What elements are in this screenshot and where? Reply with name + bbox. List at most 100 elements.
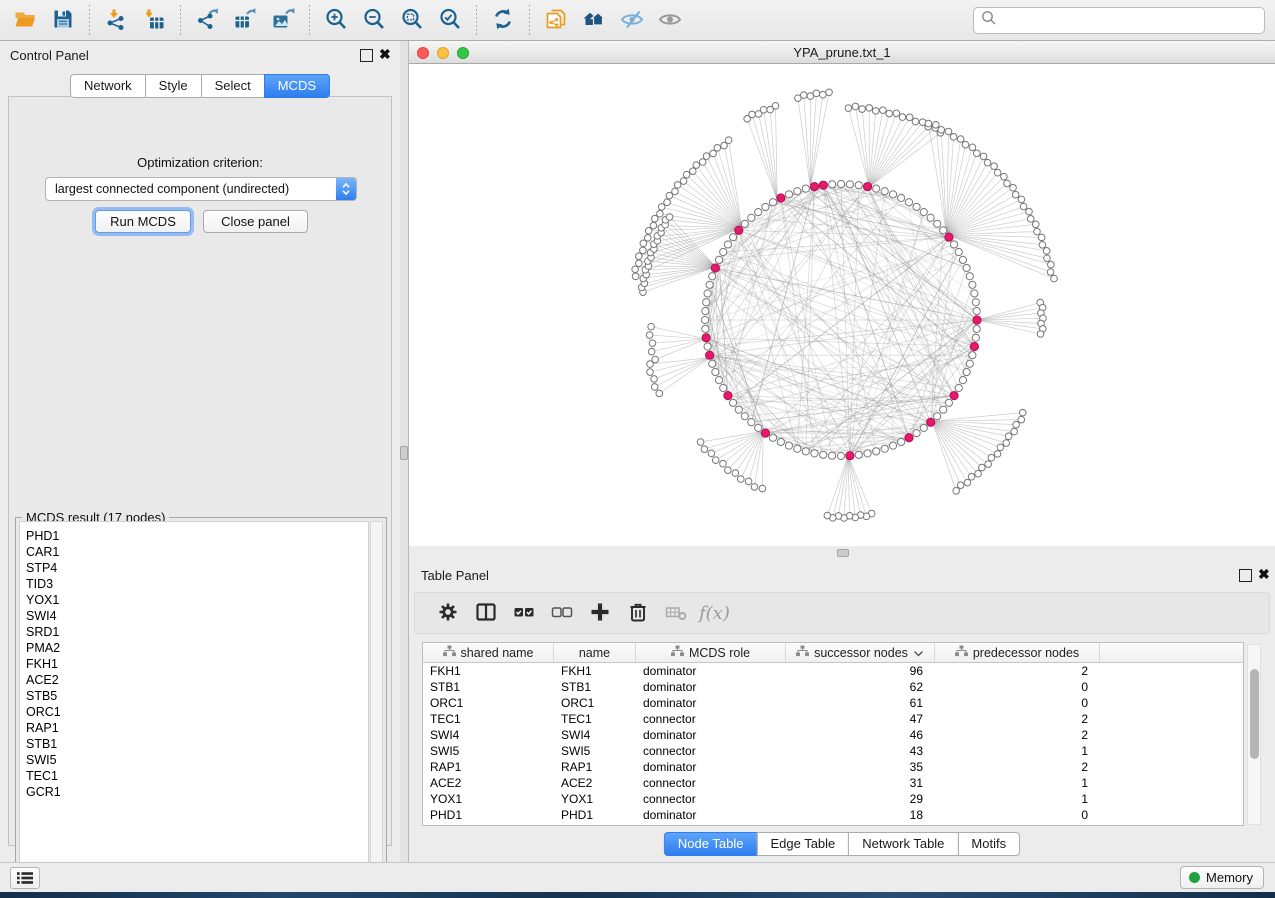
node-table-body[interactable]: FKH1FKH1dominator962STB1STB1dominator620… xyxy=(423,663,1243,823)
table-row[interactable]: YOX1YOX1connector291 xyxy=(423,791,1243,807)
table-cell[interactable]: 31 xyxy=(786,775,935,791)
network-node[interactable] xyxy=(950,241,957,248)
network-node[interactable] xyxy=(1043,248,1050,255)
network-node[interactable] xyxy=(761,429,769,437)
table-cell[interactable]: TEC1 xyxy=(554,711,636,727)
table-cell[interactable]: 2 xyxy=(935,727,1100,743)
network-node[interactable] xyxy=(1011,428,1018,435)
node-table-header[interactable]: shared namenameMCDS rolesuccessor nodesp… xyxy=(423,643,1243,663)
network-node[interactable] xyxy=(934,413,941,420)
network-node[interactable] xyxy=(749,111,756,118)
table-scrollbar-thumb[interactable] xyxy=(1250,669,1259,759)
network-node[interactable] xyxy=(632,266,639,273)
network-node[interactable] xyxy=(646,332,653,339)
network-node[interactable] xyxy=(1047,269,1054,276)
network-node[interactable] xyxy=(1034,228,1041,235)
tab-network[interactable]: Network xyxy=(70,74,146,98)
search-box[interactable] xyxy=(973,7,1265,34)
network-node[interactable] xyxy=(720,384,727,391)
network-node[interactable] xyxy=(906,114,913,121)
network-node[interactable] xyxy=(703,153,710,160)
tab-style[interactable]: Style xyxy=(145,74,202,98)
table-cell[interactable]: 2 xyxy=(935,663,1100,679)
network-node[interactable] xyxy=(714,144,721,151)
network-node[interactable] xyxy=(1026,208,1033,215)
network-node[interactable] xyxy=(672,188,679,195)
network-node[interactable] xyxy=(913,429,920,436)
run-mcds-button[interactable]: Run MCDS xyxy=(95,210,191,233)
column-header-shared-name[interactable]: shared name xyxy=(423,643,554,662)
table-cell[interactable]: ORC1 xyxy=(554,695,636,711)
network-node[interactable] xyxy=(1020,203,1027,210)
column-settings-gear-button[interactable] xyxy=(429,596,467,630)
network-node[interactable] xyxy=(971,290,978,297)
network-node[interactable] xyxy=(963,368,970,375)
network-node[interactable] xyxy=(794,445,801,452)
select-all-rows-button[interactable] xyxy=(505,596,543,630)
network-node[interactable] xyxy=(962,141,969,148)
deselect-all-rows-button[interactable] xyxy=(543,596,581,630)
network-node[interactable] xyxy=(820,451,827,458)
network-node[interactable] xyxy=(690,168,697,175)
network-node[interactable] xyxy=(674,182,681,189)
network-node[interactable] xyxy=(666,214,673,221)
mcds-result-item[interactable]: SRD1 xyxy=(26,624,368,640)
network-node[interactable] xyxy=(881,445,888,452)
tab-select[interactable]: Select xyxy=(201,74,265,98)
network-node[interactable] xyxy=(873,185,880,192)
network-node[interactable] xyxy=(651,384,658,391)
network-node[interactable] xyxy=(769,434,776,441)
mcds-result-list[interactable]: PHD1CAR1STP4TID3YOX1SWI4SRD1PMA2FKH1ACE2… xyxy=(19,521,369,885)
network-node[interactable] xyxy=(880,107,887,114)
network-node[interactable] xyxy=(974,150,981,157)
mcds-result-item[interactable]: GCR1 xyxy=(26,784,368,800)
mcds-result-item[interactable]: STP4 xyxy=(26,560,368,576)
network-node[interactable] xyxy=(985,461,992,468)
network-node[interactable] xyxy=(777,194,785,202)
network-node[interactable] xyxy=(991,163,998,170)
network-node[interactable] xyxy=(886,110,893,117)
network-node[interactable] xyxy=(693,162,700,169)
network-node[interactable] xyxy=(859,106,866,113)
network-node[interactable] xyxy=(724,241,731,248)
table-cell[interactable]: 47 xyxy=(786,711,935,727)
import-network-button[interactable] xyxy=(97,3,135,37)
network-node[interactable] xyxy=(845,105,852,112)
table-row[interactable]: FKH1FKH1dominator962 xyxy=(423,663,1243,679)
network-node[interactable] xyxy=(969,281,976,288)
network-node[interactable] xyxy=(649,340,656,347)
network-node[interactable] xyxy=(802,185,809,192)
network-node[interactable] xyxy=(702,308,709,315)
table-tab-node-table[interactable]: Node Table xyxy=(664,832,758,856)
network-node[interactable] xyxy=(715,256,722,263)
table-cell[interactable]: 2 xyxy=(935,711,1100,727)
network-node[interactable] xyxy=(802,448,809,455)
table-cell[interactable]: connector xyxy=(636,791,786,807)
network-node[interactable] xyxy=(706,351,714,359)
network-node[interactable] xyxy=(846,452,854,460)
network-node[interactable] xyxy=(648,323,655,330)
table-row[interactable]: TEC1TEC1connector472 xyxy=(423,711,1243,727)
table-cell[interactable]: 43 xyxy=(786,743,935,759)
network-node[interactable] xyxy=(785,442,792,449)
network-node[interactable] xyxy=(969,352,976,359)
network-node[interactable] xyxy=(966,273,973,280)
network-node[interactable] xyxy=(863,183,871,191)
network-node[interactable] xyxy=(1038,234,1045,241)
network-node[interactable] xyxy=(872,108,879,115)
network-node[interactable] xyxy=(899,114,906,121)
network-node[interactable] xyxy=(632,273,639,280)
mcds-result-item[interactable]: STB5 xyxy=(26,688,368,704)
network-node[interactable] xyxy=(889,191,896,198)
network-node[interactable] xyxy=(704,343,711,350)
network-node[interactable] xyxy=(972,334,979,341)
float-panel-icon[interactable] xyxy=(360,49,373,62)
network-window-titlebar[interactable]: YPA_prune.txt_1 xyxy=(409,41,1275,64)
network-node[interactable] xyxy=(973,325,980,332)
close-panel-icon[interactable]: ✖ xyxy=(379,46,391,63)
column-header-mcds-role[interactable]: MCDS role xyxy=(636,643,786,662)
zoom-selected-button[interactable] xyxy=(431,3,469,37)
network-node[interactable] xyxy=(640,247,647,254)
network-node[interactable] xyxy=(852,103,859,110)
mcds-result-item[interactable]: RAP1 xyxy=(26,720,368,736)
